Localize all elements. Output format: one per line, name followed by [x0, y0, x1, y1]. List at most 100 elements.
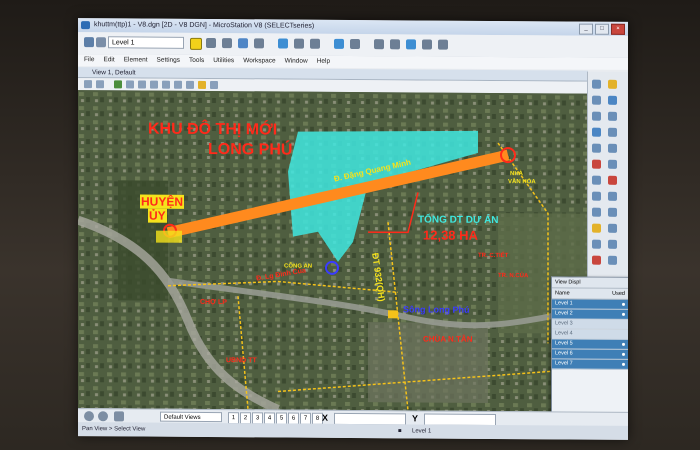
measure-distance-icon[interactable]: [592, 223, 601, 233]
chamfer-icon[interactable]: [608, 239, 617, 249]
annotation-icon[interactable]: [592, 255, 601, 265]
zoom-out-icon[interactable]: [126, 80, 134, 89]
map-label-tr-nguyen: TR. N.CỦA: [498, 273, 529, 280]
rotate-icon[interactable]: [592, 175, 601, 185]
map-label-chua-nitan: CHÙA N.TÂN: [423, 334, 473, 344]
accudraw-icon[interactable]: [350, 38, 360, 50]
level-row[interactable]: Level 3: [552, 319, 628, 330]
menu-file[interactable]: File: [84, 54, 94, 66]
cell-icon[interactable]: [608, 191, 617, 201]
menu-settings[interactable]: Settings: [157, 55, 181, 67]
map-label-area: 12,38 HA: [423, 227, 478, 243]
map-label-van-hoa: VĂN HÓA: [508, 179, 536, 186]
arc-icon[interactable]: [608, 111, 617, 121]
level-row[interactable]: Level 5: [552, 339, 628, 350]
level-row-name: Level 7: [555, 360, 573, 367]
priority-icon[interactable]: [254, 38, 264, 49]
tentative-icon[interactable]: [374, 39, 384, 50]
window-area-icon[interactable]: [138, 80, 146, 89]
element-selection-icon[interactable]: [592, 79, 601, 89]
close-button[interactable]: ×: [611, 23, 625, 35]
text-icon[interactable]: [608, 127, 617, 137]
level-visible-dot: [622, 362, 625, 366]
delete-icon[interactable]: [592, 159, 601, 169]
raster-icon[interactable]: [438, 39, 448, 50]
active-level-select[interactable]: Level 1: [108, 36, 184, 49]
forward-icon[interactable]: [98, 411, 108, 422]
minimize-button[interactable]: _: [579, 23, 593, 35]
level-row[interactable]: Level 4: [552, 329, 628, 340]
menu-utilities[interactable]: Utilities: [213, 55, 234, 67]
circle-icon[interactable]: [592, 111, 601, 121]
pattern-icon[interactable]: [592, 207, 601, 217]
trim-icon[interactable]: [608, 175, 617, 185]
menu-workspace[interactable]: Workspace: [243, 55, 275, 67]
line-icon[interactable]: [592, 95, 601, 105]
group-icon[interactable]: [608, 207, 617, 217]
level-display-panel: View Displ Name Used Level 1 Level 2 Lev…: [551, 276, 628, 419]
level-row-name: Level 6: [555, 350, 573, 357]
view-groups-select[interactable]: Default Views: [160, 411, 222, 423]
snap-icon[interactable]: [334, 38, 344, 49]
map-label-cho-lp: CHỢ LP: [200, 298, 227, 307]
level-panel-title: View Displ: [552, 277, 628, 289]
view-previous-icon[interactable]: [186, 80, 194, 89]
move-icon[interactable]: [592, 143, 601, 153]
zoom-in-icon[interactable]: [114, 80, 122, 89]
map-label-tr-c-tiet: TR. C.TIẾT: [478, 252, 509, 260]
y-coordinate-label: Y: [412, 413, 419, 424]
menu-edit[interactable]: Edit: [103, 54, 114, 66]
polyline-icon[interactable]: [608, 95, 617, 105]
view-title: View 1, Default: [92, 69, 136, 77]
scale-icon[interactable]: [608, 159, 617, 169]
shape-icon[interactable]: [592, 127, 601, 137]
display-style-icon[interactable]: [96, 80, 104, 89]
level-row[interactable]: Level 7: [552, 359, 628, 370]
mirror-icon[interactable]: [608, 255, 617, 265]
view-groups-icon[interactable]: [114, 411, 124, 422]
fillet-icon[interactable]: [592, 239, 601, 249]
models-icon[interactable]: [422, 39, 432, 50]
select-icon[interactable]: [278, 38, 288, 49]
eye-icon[interactable]: [84, 37, 94, 48]
modify-icon[interactable]: [608, 223, 617, 233]
level-name-column[interactable]: Name: [555, 288, 570, 298]
copy-icon[interactable]: [608, 143, 617, 153]
menu-window[interactable]: Window: [285, 56, 308, 68]
menu-element[interactable]: Element: [124, 54, 148, 66]
level-row-name: Level 1: [555, 300, 573, 307]
maximize-button[interactable]: □: [595, 23, 609, 35]
measure-icon[interactable]: [310, 38, 320, 49]
map-label-long-phu: LONG PHÚ: [208, 140, 293, 159]
level-visible-dot: [622, 302, 625, 306]
view-attributes-icon[interactable]: [84, 80, 92, 89]
fence-icon[interactable]: [294, 38, 304, 49]
menu-help[interactable]: Help: [317, 56, 330, 68]
layers-icon[interactable]: [96, 37, 106, 48]
line-style-icon[interactable]: [206, 37, 216, 49]
levels-manager-icon[interactable]: [390, 39, 400, 50]
view-next-icon[interactable]: [198, 80, 206, 89]
level-row[interactable]: Level 1: [552, 299, 628, 310]
level-row[interactable]: Level 6: [552, 349, 628, 360]
map-label-cong-an: CÔNG AN: [284, 263, 313, 270]
transparency-icon[interactable]: [238, 38, 248, 49]
copy-view-icon[interactable]: [210, 81, 218, 90]
color-swatch-icon[interactable]: [190, 37, 202, 50]
pan-view-icon[interactable]: [174, 80, 182, 89]
map-view-canvas[interactable]: KHU ĐÔ THỊ MỚI LONG PHÚ HUYỆN ỦY Đ. Đặng…: [78, 90, 588, 412]
level-used-column[interactable]: Used: [612, 289, 625, 299]
fit-view-icon[interactable]: [150, 80, 158, 89]
status-lock-icon[interactable]: ■: [398, 424, 402, 438]
references-icon[interactable]: [406, 39, 416, 50]
dimension-icon[interactable]: [592, 191, 601, 201]
menu-tools[interactable]: Tools: [189, 55, 204, 67]
map-label-nha: NHÀ: [510, 171, 523, 178]
line-weight-icon[interactable]: [222, 38, 232, 49]
pencil-icon[interactable]: [608, 79, 617, 89]
rotate-view-icon[interactable]: [162, 80, 170, 89]
x-coordinate-label: X: [322, 412, 329, 423]
level-row[interactable]: Level 2: [552, 309, 628, 320]
back-icon[interactable]: [84, 411, 94, 422]
map-label-huyen: HUYỆN: [140, 194, 185, 209]
